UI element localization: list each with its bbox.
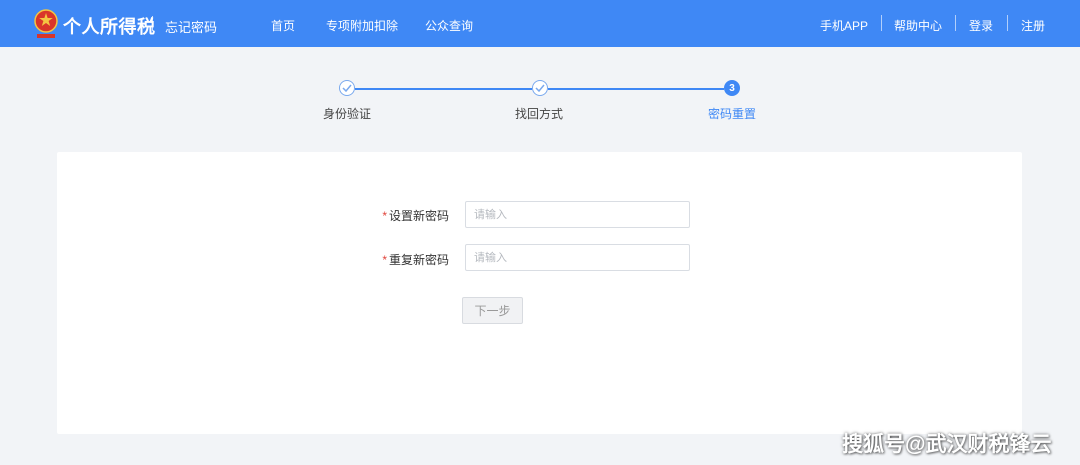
tax-emblem-icon (33, 8, 59, 40)
check-icon (532, 80, 548, 96)
step-connector (548, 88, 724, 90)
required-mark: * (382, 209, 387, 223)
divider (955, 15, 956, 31)
help-center-link[interactable]: 帮助中心 (894, 17, 942, 34)
step-number-badge: 3 (724, 80, 740, 96)
next-step-button[interactable]: 下一步 (462, 297, 523, 324)
new-password-input[interactable] (465, 201, 690, 228)
required-mark: * (382, 253, 387, 267)
repeat-password-label: * 重复新密码 (382, 253, 449, 267)
step-connector (355, 88, 532, 90)
nav-home[interactable]: 首页 (271, 17, 295, 34)
login-link[interactable]: 登录 (969, 17, 993, 34)
register-link[interactable]: 注册 (1021, 17, 1045, 34)
brand-title[interactable]: 个人所得税 (63, 13, 156, 39)
new-password-label: * 设置新密码 (382, 209, 449, 223)
step-label-identity: 身份验证 (322, 107, 371, 121)
check-icon (339, 80, 355, 96)
form-card (57, 152, 1022, 434)
repeat-password-input[interactable] (465, 244, 690, 271)
brand-divider (152, 16, 153, 31)
watermark: 搜狐号@武汉财税锋云 (842, 433, 1052, 456)
page-subtitle: 忘记密码 (165, 20, 218, 35)
divider (1007, 15, 1008, 31)
divider (881, 15, 882, 31)
nav-public-query[interactable]: 公众查询 (425, 17, 473, 34)
nav-special-deduction[interactable]: 专项附加扣除 (326, 17, 398, 34)
step-label-reset-password: 密码重置 (707, 107, 756, 121)
mobile-app-link[interactable]: 手机APP (820, 17, 868, 34)
step-label-recovery-method: 找回方式 (514, 107, 563, 121)
top-header: 个人所得税 忘记密码 首页 专项附加扣除 公众查询 手机APP 帮助中心 登录 … (0, 0, 1080, 47)
